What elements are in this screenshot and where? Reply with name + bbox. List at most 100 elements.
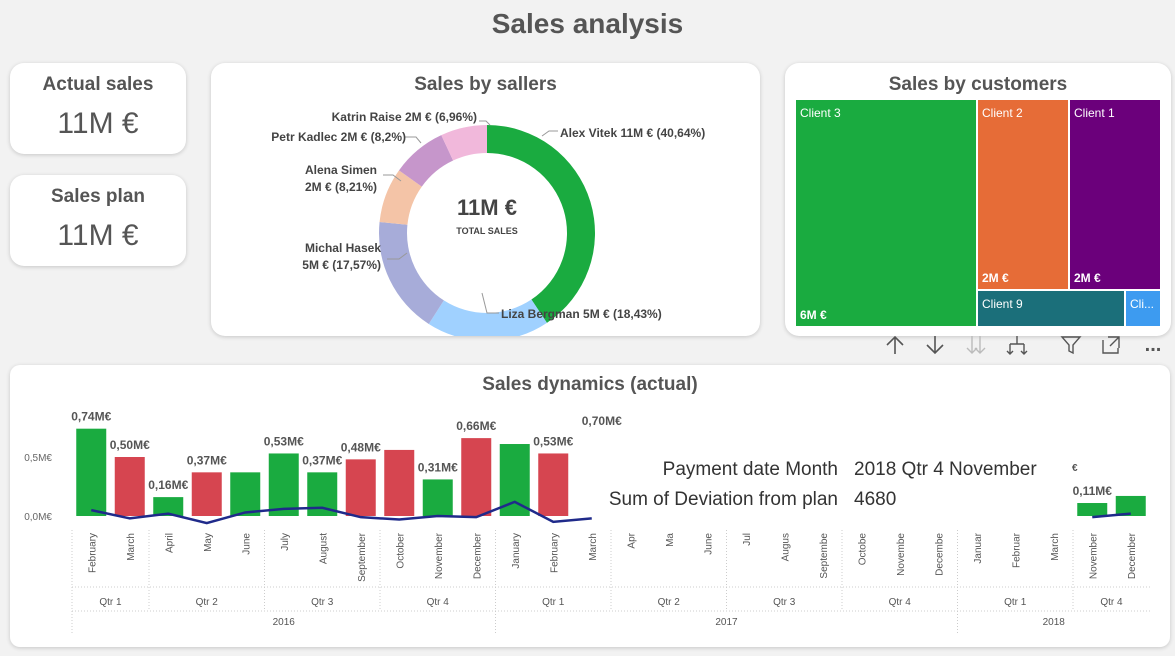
y-tick-0-0: 0,0M€ (24, 512, 52, 523)
month-label-20: Octobe (857, 533, 868, 566)
label-alena-simen-value: 2M € (8,21%) (305, 180, 377, 194)
focus-mode-button[interactable] (1098, 332, 1124, 358)
sales-plan-label: Sales plan (51, 186, 145, 207)
down-arrow-icon (926, 336, 944, 355)
leader-katrin (479, 120, 491, 126)
up-arrow-icon (886, 335, 904, 354)
leader-petr (404, 136, 422, 144)
quarter-label-7: Qtr 4 (889, 597, 912, 608)
bar-label-2: 0,16M€ (148, 478, 188, 492)
tooltip-key-month: Payment date Month (662, 459, 838, 480)
bar-1[interactable] (114, 457, 145, 516)
bar-27[interactable] (1115, 495, 1146, 516)
month-label-26: November (1088, 532, 1099, 579)
bar-label-5: 0,53M€ (264, 434, 304, 448)
month-label-1: March (126, 533, 137, 561)
month-label-4: June (241, 533, 252, 555)
drill-down-button[interactable] (922, 332, 948, 358)
month-label-23: Januar (973, 532, 984, 563)
bar-8[interactable] (384, 449, 415, 516)
page-title: Sales analysis (491, 8, 684, 39)
label-liza-bergman: Liza Bergman 5M € (18,43%) (501, 307, 662, 321)
year-label-1: 2017 (715, 617, 738, 628)
bar-3[interactable] (191, 472, 222, 516)
quarter-label-2: Qtr 3 (311, 597, 334, 608)
actual-sales-card[interactable]: Actual sales 11M € (10, 63, 186, 154)
month-label-19: Septembe (819, 533, 830, 579)
actual-sales-value: 11M € (57, 107, 139, 140)
more-options-button[interactable]: ... (1140, 332, 1166, 358)
client-2-value: 2M € (982, 271, 1009, 285)
bar-12[interactable] (538, 453, 569, 516)
sales-by-customers-card[interactable]: Sales by customers Client 3 6M € Client … (785, 63, 1171, 336)
client-3-value: 6M € (800, 308, 827, 322)
treemap-client-9[interactable]: Client 9 (977, 290, 1125, 327)
label-katrin-raise: Katrin Raise 2M € (6,96%) (332, 110, 477, 124)
sales-by-customers-title: Sales by customers (888, 74, 1068, 95)
tooltip-key-deviation: Sum of Deviation from plan (608, 489, 838, 510)
tooltip-value-month: 2018 Qtr 4 November (854, 459, 1037, 480)
bar-5[interactable] (268, 453, 299, 516)
month-label-22: Decembe (934, 533, 945, 576)
month-label-17: Jul (742, 533, 753, 546)
label-michal-hasek-name: Michal Hasek (305, 241, 381, 255)
client-truncated-label: Cli... (1130, 297, 1154, 311)
quarter-label-0: Qtr 1 (99, 597, 122, 608)
drill-up-button[interactable] (882, 332, 908, 358)
leader-liza (481, 292, 499, 314)
expand-next-level-button[interactable] (963, 332, 989, 358)
bar-9[interactable] (422, 479, 453, 516)
bar-label-1: 0,50M€ (110, 438, 150, 452)
month-label-13: March (588, 533, 599, 561)
filter-icon (1060, 336, 1082, 355)
label-alena-simen-name: Alena Simen (305, 163, 377, 177)
client-3-label: Client 3 (800, 106, 841, 120)
chart-tooltip: Payment date Month 2018 Qtr 4 November S… (580, 455, 1060, 515)
quarter-label-4: Qtr 1 (542, 597, 565, 608)
expand-all-button[interactable] (1004, 332, 1030, 358)
sales-plan-card[interactable]: Sales plan 11M € (10, 175, 186, 266)
bar-4[interactable] (230, 472, 261, 516)
bar-label-10: 0,66M€ (456, 419, 496, 433)
donut-center-value: 11M € (457, 195, 517, 220)
bar-7[interactable] (345, 459, 376, 516)
client-1-value: 2M € (1074, 271, 1101, 285)
treemap-client-2[interactable]: Client 2 2M € (977, 99, 1069, 290)
actual-sales-label: Actual sales (42, 74, 154, 95)
donut-slice-alex[interactable] (487, 125, 595, 323)
month-label-24: Februar (1011, 532, 1022, 568)
label-alex-vitek: Alex Vitek 11M € (40,64%) (560, 126, 705, 140)
month-label-21: Novembe (896, 533, 907, 576)
quarter-label-1: Qtr 2 (196, 597, 219, 608)
donut-slice-michal[interactable] (379, 221, 444, 324)
bar-label-9: 0,31M€ (418, 460, 458, 474)
month-label-6: August (318, 533, 329, 564)
month-label-0: February (87, 533, 98, 573)
donut-center-label: TOTAL SALES (456, 226, 518, 236)
month-label-8: October (395, 532, 406, 568)
bar-label-26: 0,11M€ (1073, 484, 1113, 498)
client-2-label: Client 2 (982, 106, 1023, 120)
bar-label-0: 0,74M€ (71, 410, 111, 424)
bar-0[interactable] (76, 428, 107, 516)
more-options-icon: ... (1144, 333, 1162, 356)
month-label-18: Augus (780, 533, 791, 561)
sales-by-sellers-card[interactable]: Sales by sallers 11M € TOTAL SALES Alex … (211, 63, 760, 336)
quarter-label-3: Qtr 4 (427, 597, 450, 608)
month-label-3: May (203, 533, 214, 552)
treemap-client-3[interactable]: Client 3 6M € (795, 99, 977, 327)
year-label-0: 2016 (273, 617, 296, 628)
bar-26[interactable] (1077, 503, 1108, 516)
y-tick-0-5: 0,5M€ (24, 453, 52, 464)
month-label-25: March (1050, 533, 1061, 561)
bar-10[interactable] (461, 438, 492, 516)
label-petr-kadlec: Petr Kadlec 2M € (8,2%) (271, 130, 406, 144)
filter-button[interactable] (1058, 332, 1084, 358)
tooltip-value-deviation: 4680 (854, 489, 897, 510)
month-label-27: December (1127, 532, 1138, 579)
stray-label: € (1072, 463, 1078, 474)
bar-label-12: 0,53M€ (533, 434, 573, 448)
treemap-client-truncated[interactable]: Cli... (1125, 290, 1161, 327)
month-label-9: November (434, 532, 445, 579)
treemap-client-1[interactable]: Client 1 2M € (1069, 99, 1161, 290)
